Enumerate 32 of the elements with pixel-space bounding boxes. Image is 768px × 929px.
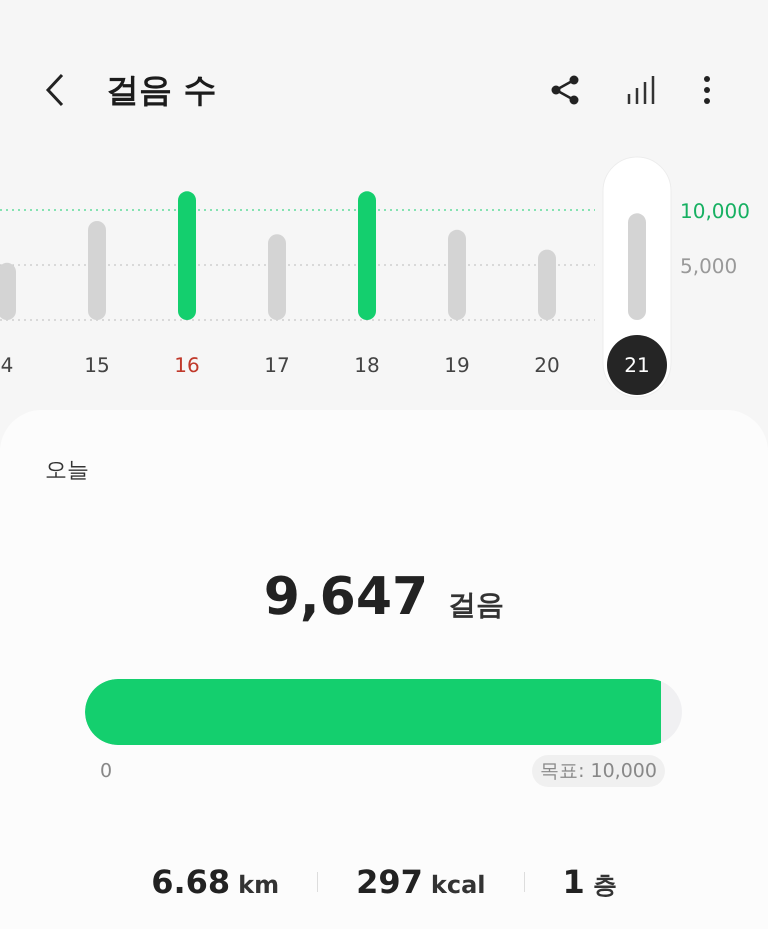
bar[interactable] <box>358 191 376 320</box>
day-label[interactable]: 4 <box>0 353 14 377</box>
bar[interactable] <box>178 191 196 320</box>
day-circle[interactable] <box>607 335 667 395</box>
axis-label: 10,000 <box>680 199 750 223</box>
day-label[interactable]: 19 <box>444 353 470 377</box>
period-label: 오늘 <box>45 457 90 485</box>
stat-unit: 층 <box>592 870 617 901</box>
stat-unit: km <box>238 871 280 899</box>
day-label[interactable]: 20 <box>534 353 560 377</box>
screen-title: 걸음 수 <box>106 68 218 110</box>
stat-value: 6.68 <box>151 863 230 901</box>
day-label[interactable]: 15 <box>84 353 110 377</box>
bar[interactable] <box>268 234 286 320</box>
goal-chip: 목표: 10,000 <box>532 755 665 787</box>
bar[interactable] <box>0 262 16 320</box>
scale-min: 0 <box>100 760 112 782</box>
bar[interactable] <box>538 250 556 320</box>
bar[interactable] <box>88 221 106 320</box>
stat-value: 297 <box>356 863 423 901</box>
step-count: 9,647 <box>264 567 428 627</box>
axis-label: 5,000 <box>680 254 738 278</box>
bar[interactable] <box>448 230 466 320</box>
day-label[interactable]: 17 <box>264 353 290 377</box>
day-label: 21 <box>624 353 650 377</box>
stat-unit: kcal <box>430 871 486 899</box>
bar[interactable] <box>628 213 646 320</box>
stat-value: 1 <box>562 863 585 901</box>
step-unit: 걸음 <box>448 587 504 623</box>
day-label[interactable]: 16 <box>174 353 200 377</box>
more-icon[interactable] <box>702 74 712 106</box>
day-label[interactable]: 18 <box>354 353 380 377</box>
